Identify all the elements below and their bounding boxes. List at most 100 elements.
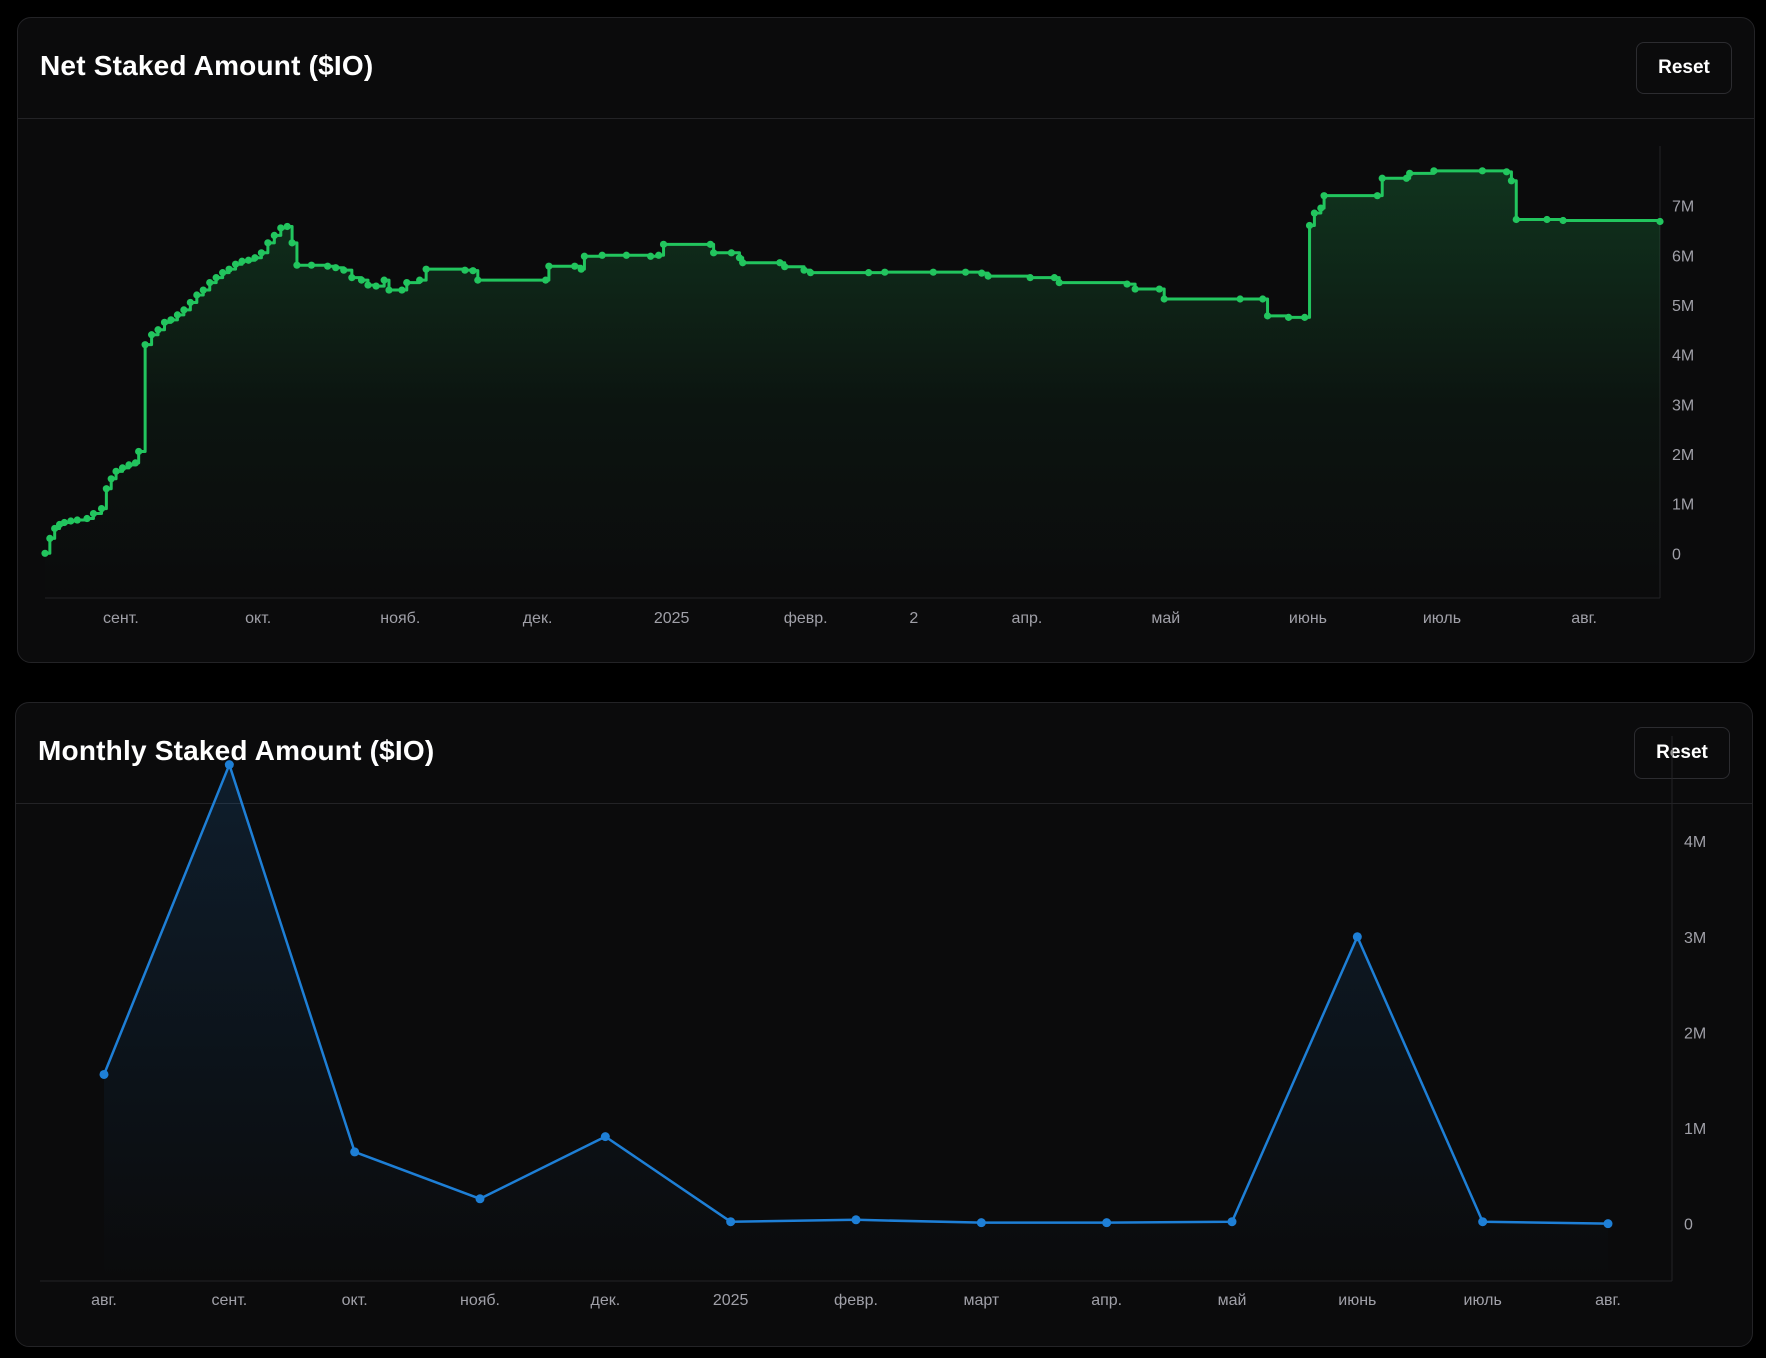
net-data-point[interactable] <box>416 276 424 284</box>
net-data-point[interactable] <box>206 278 214 287</box>
net-data-point[interactable] <box>293 261 301 269</box>
net-data-point[interactable] <box>348 274 356 282</box>
net-data-point[interactable] <box>244 256 253 264</box>
net-data-point[interactable] <box>1055 278 1063 287</box>
net-data-point[interactable] <box>257 249 266 257</box>
net-data-point[interactable] <box>659 240 668 248</box>
net-data-point[interactable] <box>332 264 340 272</box>
net-data-point[interactable] <box>186 298 194 307</box>
monthly-data-point[interactable] <box>726 1217 736 1227</box>
net-data-point[interactable] <box>929 268 937 276</box>
net-data-point[interactable] <box>706 240 714 248</box>
monthly-data-point[interactable] <box>851 1215 861 1225</box>
net-data-point[interactable] <box>545 262 553 270</box>
net-data-point[interactable] <box>739 259 747 267</box>
net-data-point[interactable] <box>1131 285 1139 293</box>
net-data-point[interactable] <box>1406 169 1414 177</box>
net-data-point[interactable] <box>1284 313 1293 321</box>
net-data-point[interactable] <box>474 276 482 284</box>
net-data-point[interactable] <box>800 266 808 274</box>
net-data-point[interactable] <box>160 318 169 326</box>
net-data-point[interactable] <box>231 260 240 268</box>
net-data-point[interactable] <box>1502 168 1511 176</box>
net-data-point[interactable] <box>1263 312 1272 320</box>
monthly-data-point[interactable] <box>350 1147 360 1157</box>
net-data-point[interactable] <box>577 265 585 273</box>
net-data-point[interactable] <box>264 239 272 247</box>
net-data-point[interactable] <box>372 282 380 290</box>
monthly-data-point[interactable] <box>1227 1217 1237 1227</box>
net-data-point[interactable] <box>340 266 348 274</box>
net-data-point[interactable] <box>1512 215 1520 224</box>
net-data-point[interactable] <box>212 274 220 282</box>
monthly-staked-chart[interactable]: 0 1M 2M 3M 4M авг. сент. окт. нояб. дек. 2025 февр.… <box>16 703 1754 1346</box>
net-data-point[interactable] <box>1478 167 1486 175</box>
net-data-point[interactable] <box>199 286 207 294</box>
monthly-data-point[interactable] <box>224 760 234 770</box>
net-data-point[interactable] <box>647 252 655 260</box>
net-data-point[interactable] <box>283 222 291 231</box>
net-data-point[interactable] <box>1656 217 1664 226</box>
net-data-point[interactable] <box>277 224 285 232</box>
net-data-point[interactable] <box>1430 167 1438 175</box>
net-data-point[interactable] <box>41 549 49 557</box>
net-data-point[interactable] <box>324 262 332 270</box>
net-data-point[interactable] <box>422 265 430 273</box>
net-data-point[interactable] <box>173 311 182 319</box>
net-data-point[interactable] <box>542 276 550 284</box>
net-data-point[interactable] <box>1310 209 1318 217</box>
monthly-data-point[interactable] <box>475 1194 485 1204</box>
monthly-data-point[interactable] <box>1603 1219 1613 1229</box>
net-data-point[interactable] <box>180 306 188 314</box>
net-data-point[interactable] <box>571 262 579 270</box>
monthly-data-point[interactable] <box>1352 932 1362 942</box>
net-data-point[interactable] <box>73 516 81 524</box>
net-data-point[interactable] <box>1320 192 1328 200</box>
net-data-point[interactable] <box>193 291 201 299</box>
net-data-point[interactable] <box>1543 215 1551 224</box>
net-data-point[interactable] <box>154 326 162 334</box>
net-data-point[interactable] <box>141 341 149 349</box>
net-data-point[interactable] <box>727 249 735 257</box>
net-data-point[interactable] <box>1259 295 1267 303</box>
net-data-point[interactable] <box>219 269 227 277</box>
monthly-data-point[interactable] <box>976 1218 986 1228</box>
net-data-point[interactable] <box>125 461 133 469</box>
net-data-point[interactable] <box>83 514 91 523</box>
net-data-point[interactable] <box>398 286 406 294</box>
net-data-point[interactable] <box>655 251 663 259</box>
net-data-point[interactable] <box>46 534 54 542</box>
net-data-point[interactable] <box>89 509 98 518</box>
net-data-point[interactable] <box>118 464 127 472</box>
net-data-point[interactable] <box>806 269 815 277</box>
net-data-point[interactable] <box>385 286 393 294</box>
net-data-point[interactable] <box>131 459 140 467</box>
net-data-point[interactable] <box>1123 280 1131 288</box>
net-data-point[interactable] <box>357 276 366 284</box>
net-data-point[interactable] <box>380 276 388 284</box>
monthly-data-point[interactable] <box>1102 1218 1112 1228</box>
net-data-point[interactable] <box>961 268 970 276</box>
net-data-point[interactable] <box>107 475 115 483</box>
net-data-point[interactable] <box>1026 274 1034 282</box>
net-data-point[interactable] <box>147 331 156 339</box>
monthly-data-point[interactable] <box>600 1132 610 1142</box>
net-data-point[interactable] <box>1160 295 1168 303</box>
net-data-point[interactable] <box>288 239 296 247</box>
net-data-point[interactable] <box>270 231 278 240</box>
net-data-point[interactable] <box>1236 295 1244 303</box>
monthly-data-point[interactable] <box>1478 1217 1488 1227</box>
net-data-point[interactable] <box>1155 285 1163 293</box>
net-staked-chart[interactable]: 0 1M 2M 3M 4M 5M 6M 7M сент. окт. нояб. дек. 2025 фев… <box>18 18 1754 662</box>
net-data-point[interactable] <box>225 265 233 273</box>
net-data-point[interactable] <box>710 249 718 257</box>
net-data-point[interactable] <box>135 447 143 456</box>
net-data-point[interactable] <box>984 272 992 280</box>
net-data-point[interactable] <box>403 278 411 287</box>
net-data-point[interactable] <box>622 251 631 259</box>
net-data-point[interactable] <box>865 269 873 277</box>
net-data-point[interactable] <box>881 268 889 276</box>
net-data-point[interactable] <box>167 316 175 324</box>
net-data-point[interactable] <box>1305 221 1314 230</box>
net-data-point[interactable] <box>1378 174 1386 182</box>
